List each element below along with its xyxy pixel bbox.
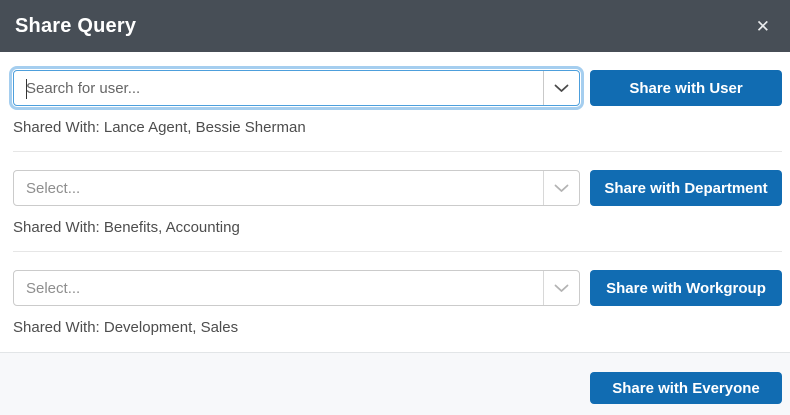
dialog-title: Share Query	[15, 15, 136, 38]
section-divider	[13, 151, 782, 152]
chevron-down-icon	[554, 284, 569, 293]
shared-with-departments-text: Shared With: Benefits, Accounting	[13, 219, 782, 236]
workgroup-select-toggle[interactable]	[543, 271, 579, 305]
share-with-workgroup-row: Select... Share with Workgroup	[13, 270, 782, 306]
dialog-body: Share with User Shared With: Lance Agent…	[0, 52, 790, 336]
share-with-workgroup-button[interactable]: Share with Workgroup	[590, 270, 782, 306]
share-with-everyone-button[interactable]: Share with Everyone	[590, 372, 782, 404]
share-with-user-row: Share with User	[13, 70, 782, 106]
department-select[interactable]: Select...	[13, 170, 580, 206]
user-combobox-toggle[interactable]	[543, 71, 579, 105]
share-with-department-button[interactable]: Share with Department	[590, 170, 782, 206]
close-icon[interactable]: ✕	[752, 16, 774, 37]
section-divider	[13, 251, 782, 252]
user-search-combobox[interactable]	[13, 70, 580, 106]
chevron-down-icon	[554, 84, 569, 93]
shared-with-users-text: Shared With: Lance Agent, Bessie Sherman	[13, 119, 782, 136]
chevron-down-icon	[554, 184, 569, 193]
text-cursor	[26, 79, 27, 99]
dialog-footer: Share with Everyone	[0, 352, 790, 415]
user-search-input[interactable]	[14, 71, 543, 105]
department-select-placeholder: Select...	[14, 180, 543, 197]
share-with-user-button[interactable]: Share with User	[590, 70, 782, 106]
share-with-department-row: Select... Share with Department	[13, 170, 782, 206]
workgroup-select-placeholder: Select...	[14, 280, 543, 297]
shared-with-workgroups-text: Shared With: Development, Sales	[13, 319, 782, 336]
share-query-dialog: Share Query ✕ Share with User Shared Wit…	[0, 0, 790, 415]
dialog-header: Share Query ✕	[0, 0, 790, 52]
department-select-toggle[interactable]	[543, 171, 579, 205]
workgroup-select[interactable]: Select...	[13, 270, 580, 306]
